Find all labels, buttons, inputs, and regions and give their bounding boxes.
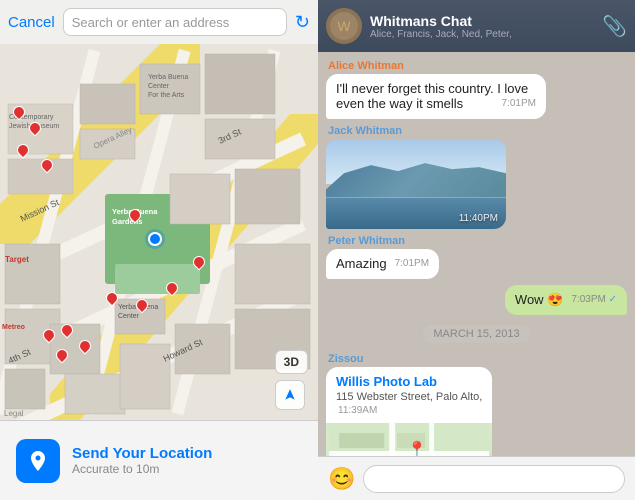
svg-text:W: W bbox=[337, 18, 351, 34]
map-pin bbox=[28, 122, 42, 140]
map-pin bbox=[55, 349, 69, 367]
message-time: 7:03PM ✓ bbox=[571, 292, 617, 308]
location-direction-button[interactable] bbox=[275, 380, 305, 410]
current-location-pin bbox=[148, 232, 162, 250]
location-message-row: Zissou Willis Photo Lab 115 Webster Stre… bbox=[326, 353, 627, 456]
chat-header: W Whitmans Chat Alice, Francis, Jack, Ne… bbox=[318, 0, 635, 52]
message-time: 7:01PM bbox=[395, 256, 429, 272]
location-bubble-text: Willis Photo Lab 115 Webster Street, Pal… bbox=[326, 367, 492, 423]
message-bubble: Wow 😍 7:03PM ✓ bbox=[505, 285, 627, 315]
map-pin bbox=[42, 329, 56, 347]
chat-header-info: Whitmans Chat Alice, Francis, Jack, Ned,… bbox=[370, 13, 594, 40]
map-pin bbox=[12, 106, 26, 124]
map-topbar: Cancel Search or enter an address ↻ bbox=[0, 0, 318, 44]
map-pin bbox=[78, 340, 92, 358]
image-bubble: 11:40PM bbox=[326, 139, 506, 229]
emoji-button[interactable]: 😊 bbox=[328, 466, 355, 492]
map-pin bbox=[128, 209, 142, 227]
message-row: Jack Whitman 11:40PM bbox=[326, 125, 627, 229]
map-area[interactable]: Mission St 4th St Howard St 3rd St Opera… bbox=[0, 44, 318, 420]
location-text: Send Your Location Accurate to 10m bbox=[72, 445, 212, 476]
svg-text:Center: Center bbox=[148, 83, 170, 90]
search-bar[interactable]: Search or enter an address bbox=[63, 8, 287, 36]
date-divider: MARCH 15, 2013 bbox=[423, 325, 529, 343]
message-sender: Peter Whitman bbox=[326, 235, 405, 247]
send-location-bar: Send Your Location Accurate to 10m bbox=[0, 420, 318, 500]
svg-text:Yerba Buena: Yerba Buena bbox=[148, 74, 188, 81]
message-text: Wow 😍 bbox=[515, 292, 563, 307]
message-sender: Zissou bbox=[326, 353, 363, 365]
refresh-icon[interactable]: ↻ bbox=[295, 12, 310, 33]
svg-text:Target: Target bbox=[5, 255, 29, 264]
message-time: 11:39AM bbox=[336, 405, 482, 416]
message-time: 11:40PM bbox=[459, 213, 498, 224]
map-pin bbox=[192, 256, 206, 274]
attach-icon[interactable]: 📎 bbox=[602, 14, 627, 39]
message-text: I'll never forget this country. I love e… bbox=[336, 81, 528, 111]
message-row: Alice Whitman I'll never forget this cou… bbox=[326, 60, 627, 119]
chat-inputbar: 😊 bbox=[318, 456, 635, 500]
location-map-preview: 📍 bbox=[326, 423, 492, 456]
map-pin bbox=[135, 299, 149, 317]
map-pin bbox=[16, 144, 30, 162]
avatar: W bbox=[326, 8, 362, 44]
message-sender: Jack Whitman bbox=[326, 125, 402, 137]
location-accuracy: Accurate to 10m bbox=[72, 462, 212, 476]
chat-subtitle: Alice, Francis, Jack, Ned, Peter, bbox=[370, 29, 594, 40]
read-receipt: ✓ bbox=[609, 294, 617, 305]
message-row: Peter Whitman Amazing 7:01PM bbox=[326, 235, 627, 279]
3d-button[interactable]: 3D bbox=[275, 350, 308, 374]
location-address: 115 Webster Street, Palo Alto, bbox=[336, 391, 482, 403]
search-placeholder: Search or enter an address bbox=[72, 15, 230, 30]
map-legal-text: Legal bbox=[4, 409, 24, 418]
svg-text:Metreo: Metreo bbox=[2, 324, 25, 331]
map-pin bbox=[105, 292, 119, 310]
svg-text:📍: 📍 bbox=[407, 440, 427, 456]
message-sender: Alice Whitman bbox=[326, 60, 404, 72]
message-text: Amazing bbox=[336, 256, 387, 271]
location-icon bbox=[26, 449, 50, 473]
message-row: Wow 😍 7:03PM ✓ bbox=[326, 285, 627, 315]
chat-messages: Alice Whitman I'll never forget this cou… bbox=[318, 52, 635, 456]
location-bubble: Willis Photo Lab 115 Webster Street, Pal… bbox=[326, 367, 492, 456]
message-bubble: I'll never forget this country. I love e… bbox=[326, 74, 546, 119]
message-time: 7:01PM bbox=[502, 96, 536, 112]
chat-panel: W Whitmans Chat Alice, Francis, Jack, Ne… bbox=[318, 0, 635, 500]
location-icon-box[interactable] bbox=[16, 439, 60, 483]
svg-text:For the Arts: For the Arts bbox=[148, 92, 185, 99]
message-bubble: Amazing 7:01PM bbox=[326, 249, 439, 279]
location-title: Send Your Location bbox=[72, 445, 212, 462]
map-pin bbox=[60, 324, 74, 342]
map-pin bbox=[165, 282, 179, 300]
cancel-button[interactable]: Cancel bbox=[8, 14, 55, 31]
map-controls: 3D bbox=[275, 350, 308, 410]
chat-input[interactable] bbox=[363, 465, 625, 493]
location-place-name[interactable]: Willis Photo Lab bbox=[336, 374, 482, 389]
map-panel: Cancel Search or enter an address ↻ bbox=[0, 0, 318, 500]
chat-title: Whitmans Chat bbox=[370, 13, 594, 29]
map-pin bbox=[40, 159, 54, 177]
